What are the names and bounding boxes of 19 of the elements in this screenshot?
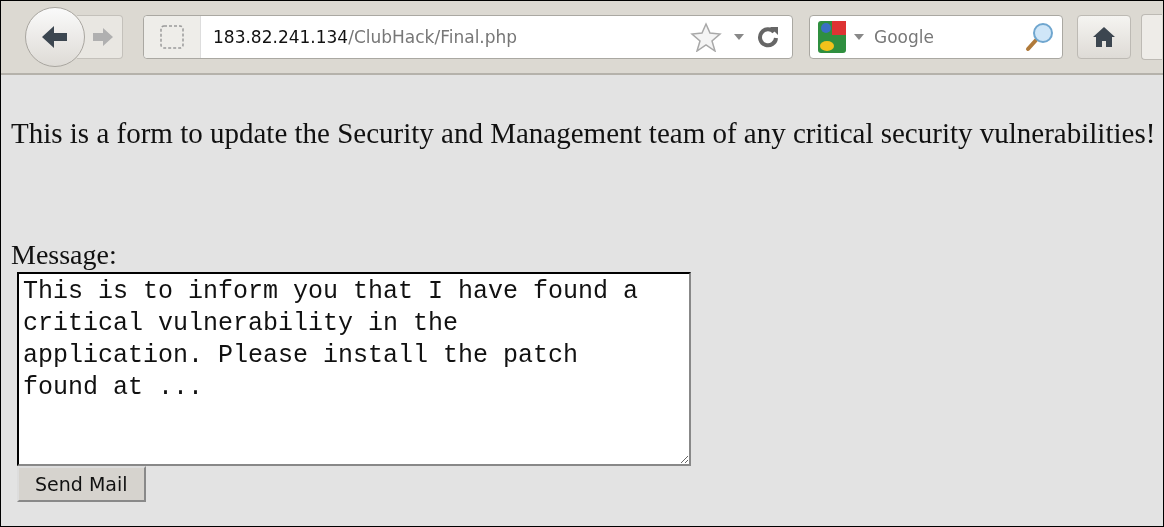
site-identity-icon <box>159 24 185 50</box>
forward-arrow-icon <box>91 27 114 47</box>
dropdown-caret-icon[interactable] <box>734 34 744 40</box>
back-arrow-icon <box>40 24 70 50</box>
dropdown-caret-icon[interactable] <box>854 34 864 40</box>
search-input[interactable]: Google <box>872 26 1016 48</box>
message-textarea[interactable]: This is to inform you that I have found a critical vulnerability in the application. Please install the patch found at ... <box>17 272 691 466</box>
url-text: 183.82.241.134/ClubHack/Final.php <box>213 27 519 47</box>
home-icon <box>1092 26 1116 48</box>
send-mail-button[interactable]: Send Mail <box>17 466 146 502</box>
intro-text: This is a form to update the Security and Management team of any critical security vulnerabilities! <box>11 117 1157 150</box>
address-bar[interactable]: 183.82.241.134/ClubHack/Final.php <box>143 15 793 59</box>
star-icon[interactable] <box>690 22 722 52</box>
reload-icon[interactable] <box>756 25 780 49</box>
message-label: Message: <box>11 238 118 272</box>
search-icon[interactable] <box>1024 21 1054 53</box>
search-field[interactable]: Google <box>809 15 1063 59</box>
home-button[interactable] <box>1077 15 1131 59</box>
search-engine-icon[interactable] <box>818 21 846 53</box>
